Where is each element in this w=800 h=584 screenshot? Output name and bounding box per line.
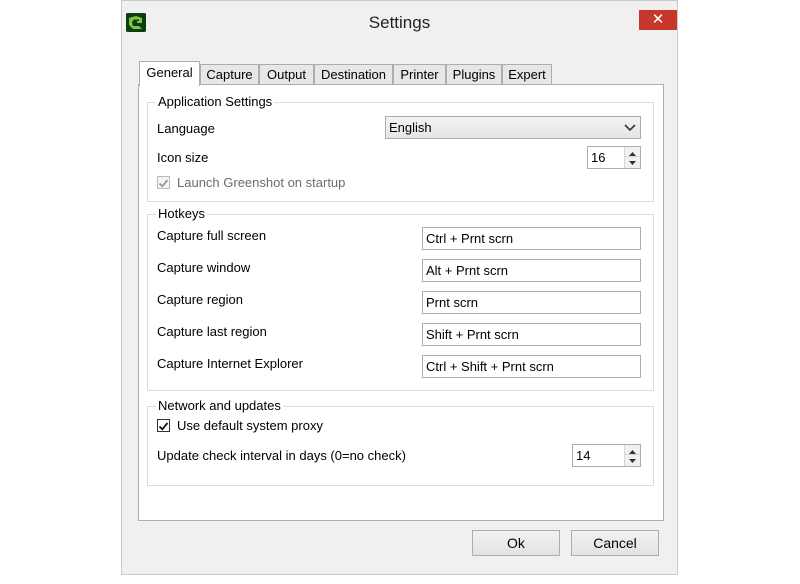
tab-destination[interactable]: Destination <box>314 64 393 85</box>
default-proxy-checkbox[interactable] <box>157 419 170 432</box>
tab-label: Output <box>266 67 307 82</box>
spin-buttons <box>624 445 640 466</box>
cancel-button[interactable]: Cancel <box>571 530 659 556</box>
spin-down-button[interactable] <box>625 157 640 168</box>
icon-size-spinner[interactable]: 16 <box>587 146 641 169</box>
group-legend: Network and updates <box>156 398 283 414</box>
tab-general[interactable]: General <box>139 61 200 86</box>
update-interval-value: 14 <box>576 448 591 463</box>
arrow-down-icon <box>629 161 636 165</box>
default-proxy-label: Use default system proxy <box>177 418 323 433</box>
arrow-down-icon <box>629 459 636 463</box>
hotkey-label-internet-explorer: Capture Internet Explorer <box>157 356 303 371</box>
spin-up-button[interactable] <box>625 445 640 455</box>
group-legend: Application Settings <box>156 94 275 110</box>
checkmark-icon <box>158 179 169 188</box>
icon-size-label: Icon size <box>157 150 209 165</box>
hotkey-label-window: Capture window <box>157 260 251 275</box>
hotkey-label-last-region: Capture last region <box>157 324 267 339</box>
close-button[interactable]: ✕ <box>639 10 677 30</box>
tab-expert[interactable]: Expert <box>502 64 552 85</box>
title-bar: Settings ✕ <box>122 1 677 47</box>
launch-on-startup-checkbox[interactable] <box>157 176 170 189</box>
tab-label: Destination <box>320 67 387 82</box>
tab-plugins[interactable]: Plugins <box>446 64 502 85</box>
hotkey-input-last-region[interactable]: Shift + Prnt scrn <box>422 323 641 346</box>
language-dropdown[interactable]: English <box>385 116 641 139</box>
hotkey-input-window[interactable]: Alt + Prnt scrn <box>422 259 641 282</box>
tab-output[interactable]: Output <box>259 64 314 85</box>
update-interval-label: Update check interval in days (0=no chec… <box>157 448 406 463</box>
tab-printer[interactable]: Printer <box>393 64 446 85</box>
tab-capture[interactable]: Capture <box>200 64 259 85</box>
spin-down-button[interactable] <box>625 455 640 466</box>
tab-label: General <box>146 65 193 80</box>
language-value: English <box>389 120 432 135</box>
settings-window: Settings ✕ General Capture Output Destin… <box>121 0 678 575</box>
ok-button[interactable]: Ok <box>472 530 560 556</box>
update-interval-spinner[interactable]: 14 <box>572 444 641 467</box>
hotkey-input-region[interactable]: Prnt scrn <box>422 291 641 314</box>
window-title: Settings <box>368 13 431 32</box>
tab-label: Plugins <box>452 67 496 82</box>
network-updates-group: Network and updates Use default system p… <box>147 398 654 486</box>
group-legend: Hotkeys <box>156 206 207 222</box>
close-icon: ✕ <box>651 11 665 28</box>
hotkey-input-internet-explorer[interactable]: Ctrl + Shift + Prnt scrn <box>422 355 641 378</box>
hotkeys-group: Hotkeys Capture full screen Ctrl + Prnt … <box>147 206 654 391</box>
tab-label: Capture <box>206 67 253 82</box>
icon-size-value: 16 <box>591 150 606 165</box>
general-tab-panel: Application Settings Language English Ic… <box>138 84 664 521</box>
launch-on-startup-label: Launch Greenshot on startup <box>177 175 346 190</box>
application-settings-group: Application Settings Language English Ic… <box>147 94 654 202</box>
checkmark-icon <box>158 422 169 431</box>
spin-buttons <box>624 147 640 168</box>
tab-label: Expert <box>508 67 546 82</box>
spin-up-button[interactable] <box>625 147 640 157</box>
hotkey-input-full-screen[interactable]: Ctrl + Prnt scrn <box>422 227 641 250</box>
language-label: Language <box>157 121 215 136</box>
tab-label: Printer <box>400 67 439 82</box>
hotkey-label-full-screen: Capture full screen <box>157 228 267 243</box>
hotkey-label-region: Capture region <box>157 292 243 307</box>
chevron-down-icon <box>622 118 638 137</box>
